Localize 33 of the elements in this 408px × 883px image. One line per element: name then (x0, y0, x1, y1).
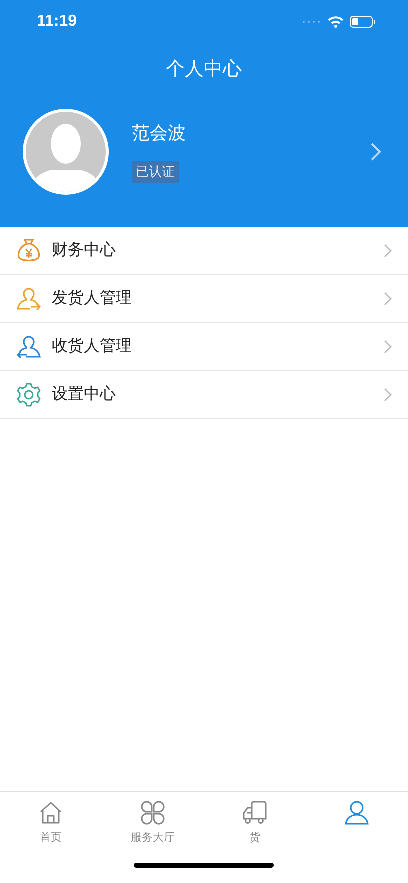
chevron-icon (384, 388, 392, 402)
tab[interactable]: 首页 (0, 792, 102, 848)
avatar-icon (22, 108, 110, 196)
wifi-icon (328, 16, 344, 28)
battery-icon (350, 16, 376, 28)
person-icon (344, 800, 370, 826)
home-icon (38, 800, 64, 826)
menu-item[interactable]: 设置中心 (0, 371, 408, 419)
chevron-icon (384, 244, 392, 258)
menu-label: 设置中心 (52, 384, 117, 405)
tab[interactable]: 服务大厅 (102, 792, 204, 848)
signal-icon (302, 20, 322, 24)
menu-label: 收货人管理 (52, 336, 133, 357)
page-title: 个人中心 (166, 57, 242, 82)
chevron-icon (384, 292, 392, 306)
menu-label: 财务中心 (52, 240, 117, 261)
truck-icon (242, 800, 268, 826)
clover-icon (140, 800, 166, 826)
user-name: 范会波 (132, 122, 186, 145)
money-bag-icon (16, 238, 42, 264)
chevron-icon (370, 142, 382, 162)
menu-item[interactable]: 收货人管理 (0, 323, 408, 371)
profile-row[interactable]: 范会波 已认证 (0, 108, 408, 196)
menu-label: 发货人管理 (52, 288, 133, 309)
menu-item[interactable]: 发货人管理 (0, 275, 408, 323)
verified-badge: 已认证 (132, 161, 179, 183)
person-arrow-icon (16, 334, 42, 360)
settings-icon (16, 382, 42, 408)
status-time: 11:19 (37, 13, 78, 31)
chevron-icon (384, 340, 392, 354)
tab[interactable]: 货 (204, 792, 306, 848)
menu-item[interactable]: 财务中心 (0, 227, 408, 275)
person-arrow-icon (16, 286, 42, 312)
